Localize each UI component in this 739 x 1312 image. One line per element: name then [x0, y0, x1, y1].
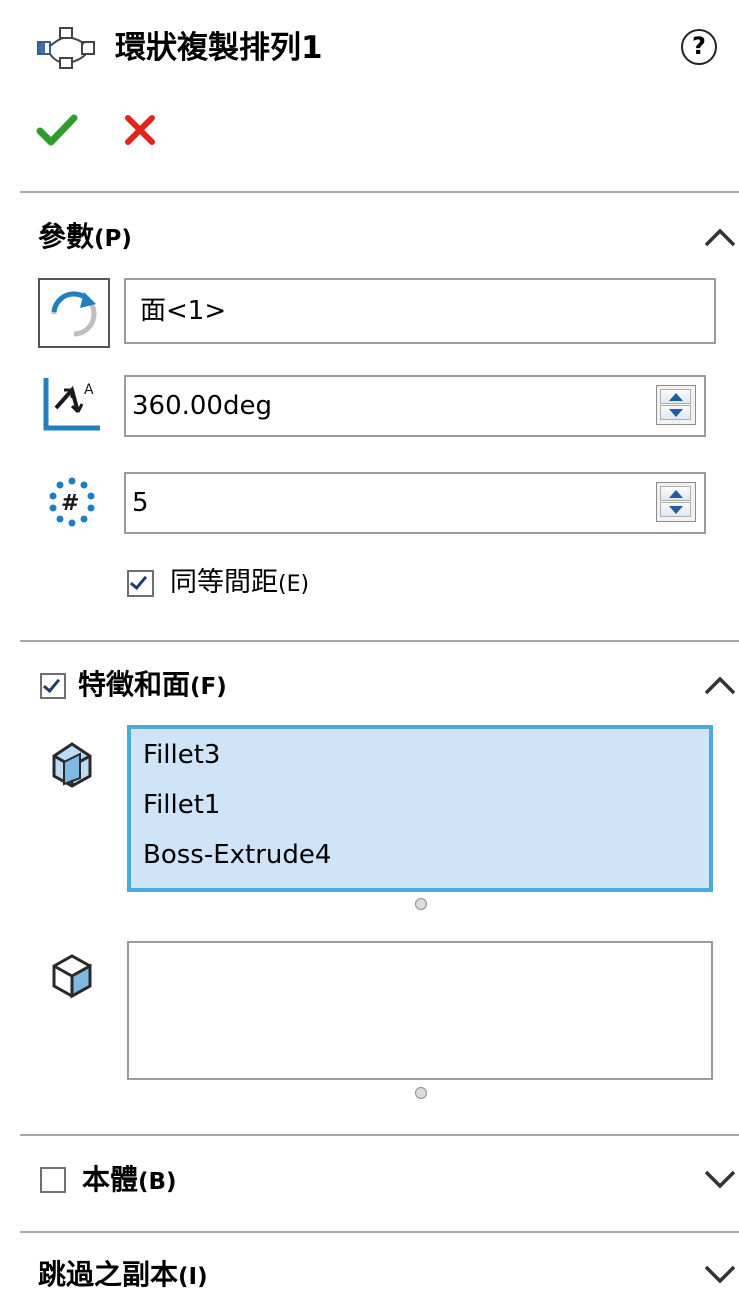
angle-value: 360.00deg — [132, 391, 272, 421]
x-icon — [125, 115, 155, 145]
divider — [20, 191, 739, 193]
features-to-pattern-icon — [46, 738, 98, 790]
resize-handle[interactable] — [415, 1087, 427, 1099]
list-item[interactable]: Fillet1 — [143, 787, 220, 823]
features-list[interactable]: Fillet3 Fillet1 Boss-Extrude4 — [127, 725, 713, 892]
divider — [20, 1231, 739, 1233]
faces-list[interactable] — [127, 941, 713, 1080]
features-faces-section-shortcut: (F) — [190, 674, 227, 700]
skip-instances-section-title: 跳過之副本 — [38, 1258, 179, 1291]
angle-icon: A — [42, 376, 104, 432]
instances-increment-button[interactable] — [660, 486, 691, 501]
svg-text:A: A — [84, 382, 94, 398]
arrow-up-icon — [669, 490, 683, 498]
skip-instances-section-shortcut: (I) — [178, 1264, 208, 1290]
bodies-checkbox[interactable] — [40, 1167, 66, 1193]
resize-handle[interactable] — [415, 898, 427, 910]
chevron-down-icon[interactable] — [701, 1261, 739, 1285]
features-faces-section-header[interactable]: 特徵和面(F) — [78, 665, 227, 707]
list-item[interactable]: Boss-Extrude4 — [143, 837, 331, 873]
features-faces-checkbox[interactable] — [40, 673, 66, 699]
instances-decrement-button[interactable] — [660, 502, 691, 517]
equal-spacing-shortcut: (E) — [278, 572, 310, 597]
svg-text:#: # — [61, 491, 79, 516]
features-faces-section-title: 特徵和面 — [78, 668, 191, 701]
divider — [20, 640, 739, 642]
faces-to-pattern-icon — [46, 950, 98, 1002]
axis-value: 面<1> — [140, 296, 227, 326]
divider — [20, 1134, 739, 1136]
axis-field[interactable]: 面<1> — [124, 278, 716, 344]
bodies-section-title: 本體 — [82, 1163, 139, 1196]
parameters-section-header[interactable]: 參數(P) — [38, 217, 132, 259]
bodies-section-header[interactable]: 本體(B) — [82, 1160, 177, 1202]
help-button[interactable]: ? — [681, 29, 717, 65]
rotate-direction-icon — [51, 291, 97, 337]
bodies-section-shortcut: (B) — [138, 1169, 177, 1195]
property-manager-panel: 環狀複製排列1 ? 參數(P) 面<1> A 360.00deg # 5 同等間… — [0, 0, 739, 1312]
ok-button[interactable] — [36, 109, 78, 151]
equal-spacing-checkbox[interactable] — [127, 570, 154, 597]
instances-value: 5 — [132, 488, 149, 518]
angle-decrement-button[interactable] — [660, 405, 691, 420]
parameters-section-title: 參數 — [38, 220, 95, 253]
parameters-section-shortcut: (P) — [94, 226, 132, 252]
chevron-up-icon[interactable] — [701, 673, 739, 697]
angle-increment-button[interactable] — [660, 389, 691, 404]
arrow-up-icon — [669, 393, 683, 401]
arrow-down-icon — [669, 409, 683, 417]
circular-pattern-icon — [36, 26, 98, 72]
checkmark-icon — [36, 114, 78, 146]
angle-field[interactable]: 360.00deg — [124, 375, 706, 437]
chevron-down-icon[interactable] — [701, 1166, 739, 1190]
angle-spinner[interactable] — [656, 385, 696, 425]
skip-instances-section-header[interactable]: 跳過之副本(I) — [38, 1255, 208, 1297]
instances-field[interactable]: 5 — [124, 472, 706, 534]
equal-spacing-label-text: 同等間距 — [170, 567, 278, 598]
chevron-up-icon[interactable] — [701, 225, 739, 249]
cancel-button[interactable] — [120, 110, 160, 150]
equal-spacing-label: 同等間距(E) — [170, 563, 309, 605]
instances-spinner[interactable] — [656, 482, 696, 522]
page-title: 環狀複製排列1 — [115, 30, 323, 66]
instances-icon: # — [46, 476, 98, 528]
list-item[interactable]: Fillet3 — [143, 737, 220, 773]
arrow-down-icon — [669, 506, 683, 514]
reverse-direction-button[interactable] — [38, 278, 110, 348]
